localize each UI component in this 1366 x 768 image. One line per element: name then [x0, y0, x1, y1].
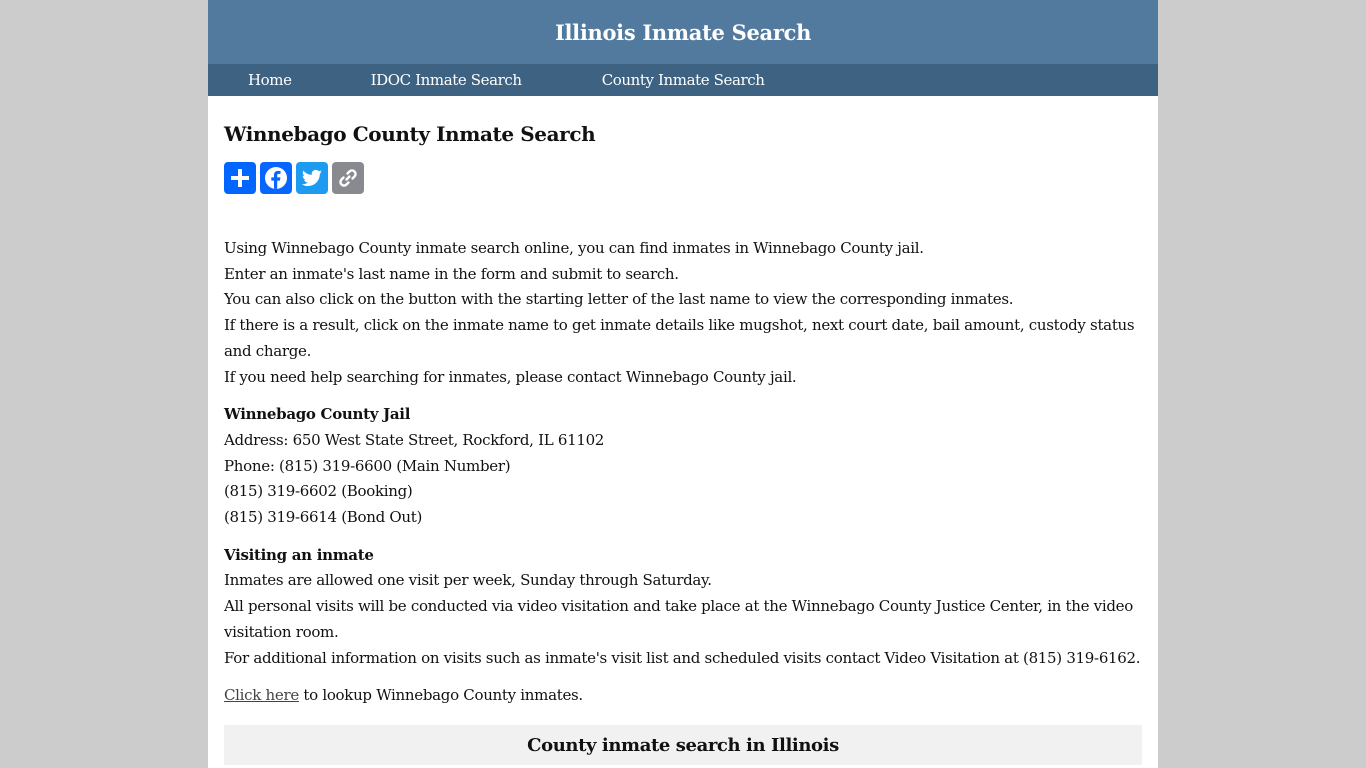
- jail-phone-booking: (815) 319-6602 (Booking): [224, 482, 413, 501]
- jail-info-section: Winnebago County Jail Address: 650 West …: [224, 402, 1142, 531]
- jail-heading: Winnebago County Jail: [224, 405, 411, 424]
- nav-item-county-inmate-search[interactable]: County Inmate Search: [602, 71, 765, 89]
- visiting-heading: Visiting an inmate: [224, 545, 374, 564]
- lookup-line: Click here to lookup Winnebago County in…: [224, 683, 1142, 708]
- county-search-heading: County inmate search in Illinois: [527, 734, 839, 756]
- intro-line: Enter an inmate's last name in the form …: [224, 264, 679, 283]
- visiting-line: For additional information on visits suc…: [224, 648, 1141, 667]
- main-content: Winnebago County Inmate Search Using Win…: [208, 96, 1158, 766]
- intro-line: If you need help searching for inmates, …: [224, 367, 797, 386]
- copy-link-button[interactable]: [332, 162, 364, 194]
- main-nav: Home IDOC Inmate Search County Inmate Se…: [208, 64, 1158, 96]
- intro-text: Using Winnebago County inmate search onl…: [224, 236, 1142, 390]
- intro-line: You can also click on the button with th…: [224, 290, 1014, 309]
- jail-address: Address: 650 West State Street, Rockford…: [224, 430, 605, 449]
- nav-item-home[interactable]: Home: [248, 71, 292, 89]
- share-button[interactable]: [224, 162, 256, 194]
- facebook-icon: [265, 167, 287, 189]
- site-title[interactable]: Illinois Inmate Search: [555, 20, 811, 45]
- lookup-text: to lookup Winnebago County inmates.: [298, 686, 583, 705]
- site-header: Illinois Inmate Search: [208, 0, 1158, 64]
- page-container: Illinois Inmate Search Home IDOC Inmate …: [208, 0, 1158, 768]
- visiting-line: Inmates are allowed one visit per week, …: [224, 571, 712, 590]
- visiting-line: All personal visits will be conducted vi…: [224, 597, 1133, 641]
- facebook-share-button[interactable]: [260, 162, 292, 194]
- intro-line: Using Winnebago County inmate search onl…: [224, 239, 924, 257]
- page-title: Winnebago County Inmate Search: [224, 122, 596, 146]
- intro-line: If there is a result, click on the inmat…: [224, 316, 1135, 360]
- twitter-icon: [301, 169, 322, 186]
- share-bar: [224, 162, 1142, 194]
- visiting-section: Visiting an inmate Inmates are allowed o…: [224, 543, 1142, 672]
- jail-phone-main: Phone: (815) 319-6600 (Main Number): [224, 456, 511, 475]
- link-icon: [339, 169, 357, 187]
- plus-icon: [231, 169, 249, 187]
- jail-phone-bond-out: (815) 319-6614 (Bond Out): [224, 508, 423, 527]
- click-here-link[interactable]: Click here: [224, 686, 299, 704]
- twitter-share-button[interactable]: [296, 162, 328, 194]
- county-search-section: County inmate search in Illinois: [224, 725, 1142, 766]
- nav-item-idoc-inmate-search[interactable]: IDOC Inmate Search: [371, 71, 522, 89]
